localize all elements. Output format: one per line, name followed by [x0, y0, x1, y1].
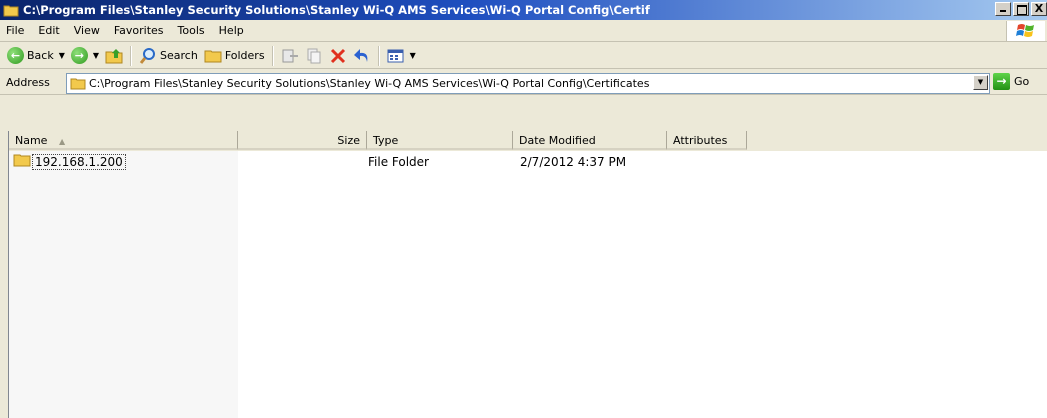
search-button[interactable]: Search — [136, 45, 201, 67]
column-header-name-label: Name — [15, 134, 48, 147]
name-column-highlight — [9, 151, 238, 418]
forward-arrow-icon: → — [70, 47, 88, 64]
address-bar: Address C:\Program Files\Stanley Securit… — [0, 70, 1047, 95]
address-value: C:\Program Files\Stanley Security Soluti… — [89, 77, 650, 90]
move-to-button[interactable] — [278, 45, 302, 67]
undo-button[interactable] — [350, 45, 374, 67]
row-date-cell: 2/7/2012 4:37 PM — [520, 155, 627, 169]
toolbar-separator — [271, 45, 274, 66]
folder-icon — [3, 3, 19, 17]
column-header-type[interactable]: Type — [367, 131, 513, 150]
folders-button[interactable]: Folders — [201, 45, 268, 67]
search-label: Search — [160, 49, 198, 62]
maximize-button[interactable] — [1013, 2, 1029, 16]
views-button[interactable]: ▼ — [384, 45, 419, 67]
column-header-name[interactable]: Name ▲ — [9, 131, 238, 150]
toolbar-separator — [130, 45, 133, 66]
delete-button[interactable] — [326, 45, 350, 67]
folders-icon — [204, 50, 222, 62]
close-button[interactable]: X — [1031, 2, 1047, 16]
row-name-cell[interactable]: 192.168.1.200 — [32, 154, 126, 170]
back-arrow-icon: ← — [7, 47, 24, 64]
row-type-cell: File Folder — [368, 155, 429, 169]
undo-icon — [353, 48, 367, 62]
column-header-date-modified[interactable]: Date Modified — [513, 131, 667, 150]
copy-to-icon — [307, 48, 321, 63]
windows-logo-icon — [1006, 21, 1045, 41]
menu-tools[interactable]: Tools — [171, 22, 212, 40]
list-header: Name ▲ Size Type Date Modified Attribute… — [8, 131, 1047, 151]
window-controls: X — [993, 2, 1047, 16]
back-label: Back — [27, 49, 54, 62]
views-icon — [387, 49, 404, 62]
copy-to-button[interactable] — [302, 45, 326, 67]
address-input[interactable]: C:\Program Files\Stanley Security Soluti… — [66, 73, 990, 94]
forward-button[interactable]: → ▼ — [68, 45, 102, 67]
title-bar: C:\Program Files\Stanley Security Soluti… — [0, 0, 1047, 20]
sort-ascending-icon: ▲ — [58, 137, 66, 146]
back-dropdown-icon[interactable]: ▼ — [59, 51, 65, 60]
views-dropdown-icon[interactable]: ▼ — [410, 51, 416, 60]
toolbar: ← Back ▼ → ▼ Search Folders ▼ — [0, 43, 1047, 69]
table-row[interactable]: 192.168.1.200 — [13, 153, 126, 171]
menu-favorites[interactable]: Favorites — [107, 22, 171, 40]
forward-dropdown-icon[interactable]: ▼ — [93, 51, 99, 60]
menu-view[interactable]: View — [67, 22, 107, 40]
toolbar-separator — [377, 45, 380, 66]
address-dropdown-icon[interactable]: ▼ — [973, 75, 988, 90]
go-label: Go — [1014, 75, 1030, 88]
move-to-icon — [282, 49, 298, 62]
menu-edit[interactable]: Edit — [31, 22, 66, 40]
minimize-button[interactable] — [995, 2, 1011, 16]
go-arrow-icon: → — [993, 73, 1010, 90]
up-folder-icon — [105, 48, 123, 63]
column-header-size[interactable]: Size — [238, 131, 367, 150]
folders-label: Folders — [224, 49, 265, 62]
menu-file[interactable]: File — [0, 22, 31, 40]
go-button[interactable]: → Go — [993, 73, 1029, 90]
folder-icon — [70, 76, 86, 93]
address-label: Address — [6, 75, 50, 89]
delete-icon — [330, 48, 345, 63]
search-icon — [139, 47, 156, 64]
menu-help[interactable]: Help — [212, 22, 251, 40]
folder-icon — [13, 152, 31, 172]
menu-bar: File Edit View Favorites Tools Help — [0, 20, 1047, 42]
up-folder-button[interactable] — [102, 45, 126, 67]
back-button[interactable]: ← Back ▼ — [4, 45, 68, 67]
window-title: C:\Program Files\Stanley Security Soluti… — [23, 3, 650, 17]
column-header-attributes[interactable]: Attributes — [667, 131, 747, 150]
